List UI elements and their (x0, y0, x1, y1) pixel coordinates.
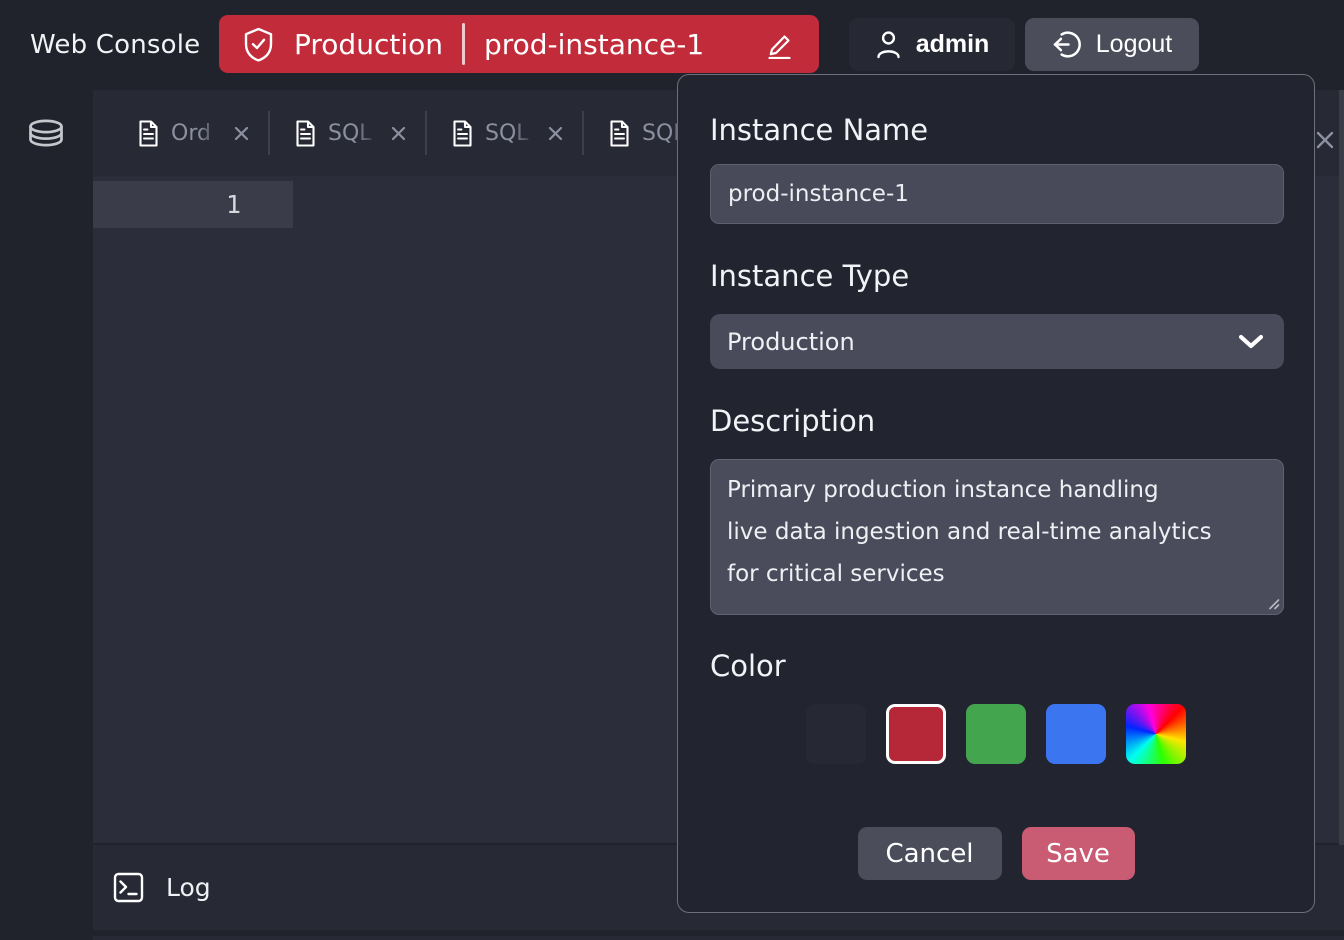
instance-type-badge-label: Production (294, 28, 443, 61)
left-sidebar (0, 90, 93, 940)
instance-type-select[interactable]: Production (710, 314, 1284, 369)
color-swatch-rainbow[interactable] (1126, 704, 1186, 764)
file-icon (138, 120, 159, 147)
logout-label: Logout (1096, 30, 1172, 59)
editor-scrollbar[interactable] (1339, 90, 1344, 930)
log-panel-title: Log (166, 873, 211, 902)
color-swatch-default[interactable] (806, 704, 866, 764)
instance-settings-popover: Instance Name Instance Type Production D… (677, 74, 1315, 913)
tab-close-icon[interactable] (547, 125, 564, 142)
tab-close-icon[interactable] (233, 125, 250, 142)
color-label: Color (710, 647, 786, 685)
tab-file-1[interactable]: SQL (270, 90, 425, 176)
modal-button-row: Cancel Save (678, 827, 1314, 880)
editor-active-line-gutter: 1 (93, 181, 293, 228)
tab-file-2[interactable]: SQL (427, 90, 582, 176)
app-title: Web Console (30, 0, 200, 90)
shield-check-icon (243, 27, 274, 62)
instance-type-value: Production (727, 328, 855, 356)
file-icon (452, 120, 473, 147)
file-icon (295, 120, 316, 147)
bottom-panel-strip (93, 936, 1344, 940)
color-swatch-blue[interactable] (1046, 704, 1106, 764)
instance-badge[interactable]: Production prod-instance-1 (219, 15, 819, 73)
tab-label: Ord (171, 121, 225, 146)
instance-type-label: Instance Type (710, 257, 909, 295)
logout-icon (1052, 29, 1083, 60)
edit-pencil-icon[interactable] (766, 30, 793, 59)
tab-close-icon-overflow[interactable] (1314, 129, 1336, 151)
color-swatch-row (678, 704, 1314, 764)
tab-label: SQL (485, 121, 539, 146)
color-swatch-green[interactable] (966, 704, 1026, 764)
user-icon (875, 30, 902, 59)
save-button[interactable]: Save (1022, 827, 1135, 880)
tab-label: SQL (328, 121, 382, 146)
file-icon (609, 120, 630, 147)
resize-handle-icon[interactable] (1267, 597, 1280, 610)
terminal-icon (113, 872, 144, 903)
logout-button[interactable]: Logout (1025, 18, 1199, 71)
instance-name-badge-label: prod-instance-1 (484, 28, 704, 61)
color-swatch-red[interactable] (886, 704, 946, 764)
line-number: 1 (226, 190, 241, 219)
instance-name-label: Instance Name (710, 111, 928, 149)
tab-close-icon[interactable] (390, 125, 407, 142)
chevron-down-icon (1238, 334, 1264, 350)
description-textarea[interactable]: Primary production instance handling liv… (710, 459, 1284, 615)
description-label: Description (710, 402, 875, 440)
user-name: admin (916, 30, 990, 59)
instance-name-input[interactable] (710, 164, 1284, 224)
cancel-button[interactable]: Cancel (858, 827, 1002, 880)
database-icon[interactable] (26, 118, 66, 154)
description-field-wrap: Primary production instance handling liv… (710, 459, 1284, 615)
user-button[interactable]: admin (849, 18, 1015, 71)
badge-divider (462, 23, 465, 65)
tab-file-0[interactable]: Ord (113, 90, 268, 176)
